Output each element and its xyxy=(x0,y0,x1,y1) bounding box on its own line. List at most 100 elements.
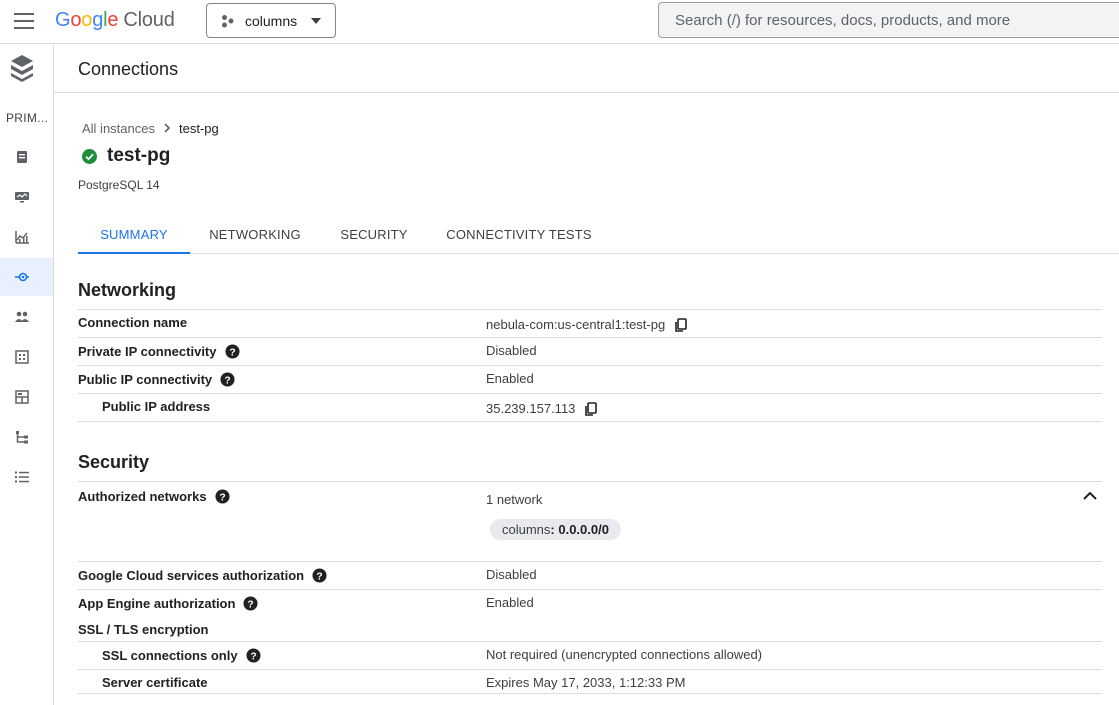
gcs-auth-value: Disabled xyxy=(486,567,537,582)
nav-replicas[interactable] xyxy=(0,418,53,456)
server-cert-label: Server certificate xyxy=(102,675,208,690)
svg-text:?: ? xyxy=(248,599,254,610)
networking-section-title: Networking xyxy=(78,280,177,300)
help-icon[interactable]: ? xyxy=(224,344,240,359)
authorized-network-chip: columns: 0.0.0.0/0 xyxy=(490,519,621,540)
search-input[interactable] xyxy=(659,3,1119,37)
replicas-icon xyxy=(16,431,28,444)
ssl-tls-row: SSL / TLS encryption xyxy=(78,618,1102,642)
nav-databases[interactable] xyxy=(0,338,53,376)
breadcrumb: All instances test-pg xyxy=(82,121,219,136)
project-name: columns xyxy=(245,13,298,29)
app-engine-label-group: App Engine authorization ? xyxy=(78,596,258,611)
private-ip-label-group: Private IP connectivity ? xyxy=(78,344,240,359)
nav-query-insights[interactable] xyxy=(0,218,53,256)
gcs-auth-label-group: Google Cloud services authorization ? xyxy=(78,568,327,583)
ssl-only-value: Not required (unencrypted connections al… xyxy=(486,647,763,662)
connection-name-row: Connection name nebula-com:us-central1:t… xyxy=(78,309,1102,338)
connections-icon xyxy=(15,272,29,282)
page-title: Connections xyxy=(78,59,179,79)
tab-security[interactable]: SECURITY xyxy=(333,216,415,254)
google-cloud-logo[interactable]: Google Cloud xyxy=(55,8,175,32)
project-icon xyxy=(222,15,234,28)
public-ip-label-group: Public IP connectivity ? xyxy=(78,372,235,387)
svg-text:?: ? xyxy=(219,492,225,503)
nav-users[interactable] xyxy=(0,298,53,336)
help-icon[interactable]: ? xyxy=(215,489,230,504)
authorized-networks-row: Authorized networks ? 1 network columns:… xyxy=(78,481,1102,562)
public-ip-label: Public IP connectivity xyxy=(78,372,213,387)
users-icon xyxy=(15,311,29,322)
network-chip-name: columns xyxy=(502,522,551,537)
public-ip-value: Enabled xyxy=(486,371,534,386)
sql-product-icon[interactable] xyxy=(10,54,34,82)
project-picker[interactable]: columns xyxy=(206,3,336,38)
page-header: Connections xyxy=(54,44,1119,93)
chevron-right-icon xyxy=(164,123,171,133)
ssl-tls-label: SSL / TLS encryption xyxy=(78,622,209,637)
chevron-down-icon xyxy=(311,18,321,24)
svg-text:?: ? xyxy=(224,375,230,386)
insights-icon xyxy=(15,231,29,244)
connection-name-label: Connection name xyxy=(78,315,188,330)
public-ip-address-value-group: 35.239.157.113 xyxy=(486,401,598,416)
nav-system-insights[interactable] xyxy=(0,178,53,216)
private-ip-label: Private IP connectivity xyxy=(78,344,217,359)
instance-heading: test-pg xyxy=(82,145,170,167)
help-icon[interactable]: ? xyxy=(243,596,258,611)
tab-bar: SUMMARY NETWORKING SECURITY CONNECTIVITY… xyxy=(78,216,1119,254)
ssl-only-label-group: SSL connections only ? xyxy=(102,648,261,663)
svg-text:?: ? xyxy=(229,347,235,358)
connection-name-value-group: nebula-com:us-central1:test-pg xyxy=(486,317,688,332)
private-ip-value: Disabled xyxy=(486,343,537,358)
main-menu-icon[interactable] xyxy=(14,13,34,29)
tab-networking[interactable]: NETWORKING xyxy=(202,216,308,254)
rail-section-label: PRIM... xyxy=(6,111,49,125)
app-engine-value: Enabled xyxy=(486,595,534,610)
product-nav-rail: PRIM... xyxy=(0,44,54,705)
breadcrumb-current: test-pg xyxy=(178,121,219,136)
public-ip-address-value: 35.239.157.113 xyxy=(486,401,576,416)
search-bar[interactable] xyxy=(658,2,1119,38)
backups-icon xyxy=(15,390,29,404)
public-ip-address-row: Public IP address 35.239.157.113 xyxy=(78,394,1102,422)
network-chip-range: : 0.0.0.0/0 xyxy=(550,522,609,537)
server-cert-value: Expires May 17, 2033, 1:12:33 PM xyxy=(486,675,686,690)
ssl-only-label: SSL connections only xyxy=(102,648,238,663)
gcs-auth-row: Google Cloud services authorization ? Di… xyxy=(78,562,1102,590)
svg-text:?: ? xyxy=(250,651,256,662)
nav-connections[interactable] xyxy=(0,258,53,296)
databases-icon xyxy=(15,350,29,364)
monitoring-icon xyxy=(15,192,29,203)
instance-name: test-pg xyxy=(107,145,171,166)
help-icon[interactable]: ? xyxy=(312,568,327,583)
public-ip-address-label: Public IP address xyxy=(102,399,211,414)
security-section-title: Security xyxy=(78,452,150,472)
app-engine-label: App Engine authorization xyxy=(78,596,236,611)
server-cert-row: Server certificate Expires May 17, 2033,… xyxy=(78,670,1102,694)
tab-connectivity-tests[interactable]: CONNECTIVITY TESTS xyxy=(441,216,597,254)
public-ip-row: Public IP connectivity ? Enabled xyxy=(78,366,1102,394)
gcs-auth-label: Google Cloud services authorization xyxy=(78,568,305,583)
authorized-networks-value: 1 network xyxy=(486,492,543,507)
instance-icon xyxy=(17,151,27,163)
nav-overview[interactable] xyxy=(0,138,53,176)
nav-operations[interactable] xyxy=(0,458,53,496)
chevron-up-icon[interactable] xyxy=(1082,488,1098,504)
authorized-networks-label-group: Authorized networks ? xyxy=(78,489,230,504)
instance-version: PostgreSQL 14 xyxy=(78,178,160,192)
private-ip-row: Private IP connectivity ? Disabled xyxy=(78,338,1102,366)
top-bar: Google Cloud columns xyxy=(0,0,1119,44)
help-icon[interactable]: ? xyxy=(246,648,261,663)
help-icon[interactable]: ? xyxy=(220,372,235,387)
copy-icon[interactable] xyxy=(584,401,598,416)
copy-icon[interactable] xyxy=(674,317,688,332)
svg-text:?: ? xyxy=(316,571,322,582)
tab-summary[interactable]: SUMMARY xyxy=(78,216,190,254)
authorized-networks-label: Authorized networks xyxy=(78,489,207,504)
breadcrumb-all-instances[interactable]: All instances xyxy=(82,121,155,136)
ssl-only-row: SSL connections only ? Not required (une… xyxy=(78,642,1102,670)
check-circle-icon xyxy=(82,148,97,164)
operations-icon xyxy=(15,471,29,483)
nav-backups[interactable] xyxy=(0,378,53,416)
